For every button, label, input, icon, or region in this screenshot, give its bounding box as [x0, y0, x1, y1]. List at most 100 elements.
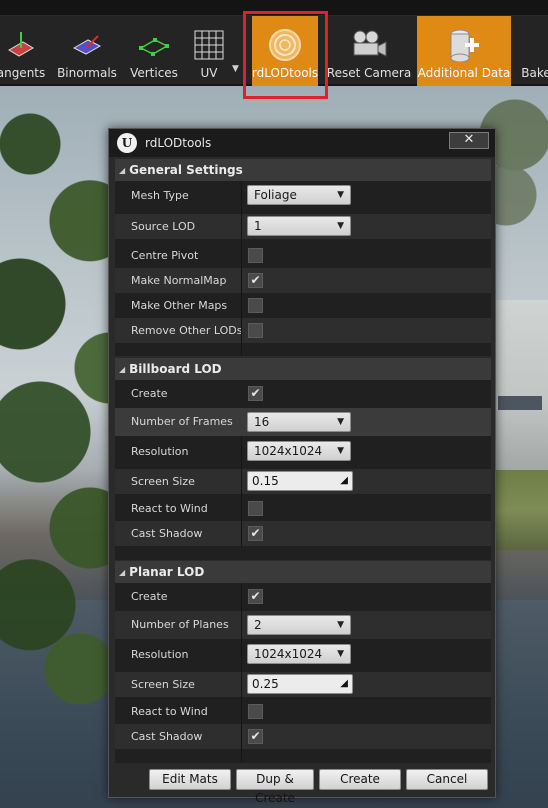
- section-header-planar[interactable]: ◢ Planar LOD: [115, 561, 491, 583]
- number-of-frames-value: 16: [254, 415, 270, 429]
- planar-resolution-value: 1024x1024: [254, 647, 323, 661]
- editor-toolbar: angents Binormals Vertices UV ▼ rdLODtoo…: [0, 16, 548, 86]
- binormals-button[interactable]: Binormals: [56, 16, 118, 86]
- remove-other-lods-label: Remove Other LODs: [131, 324, 243, 337]
- billboard-resolution-row: Resolution 1024x1024 ▼: [115, 439, 491, 464]
- background-building: [492, 300, 548, 470]
- billboard-cast-shadow-row: Cast Shadow ✔: [115, 521, 491, 546]
- make-other-maps-row: Make Other Maps: [115, 293, 491, 318]
- create-button[interactable]: Create: [319, 769, 401, 790]
- planar-resolution-row: Resolution 1024x1024 ▼: [115, 642, 491, 667]
- column-divider[interactable]: [241, 436, 242, 546]
- chevron-down-icon: ▼: [337, 221, 344, 231]
- billboard-screen-size-input[interactable]: 0.15 ◢: [247, 471, 353, 491]
- billboard-cast-shadow-checkbox[interactable]: ✔: [248, 526, 263, 541]
- billboard-create-checkbox[interactable]: ✔: [248, 386, 263, 401]
- resize-handle-icon: ◢: [340, 678, 348, 689]
- billboard-react-wind-checkbox[interactable]: [248, 501, 263, 516]
- uv-dropdown-arrow-icon[interactable]: ▼: [232, 64, 239, 74]
- planar-create-label: Create: [131, 590, 168, 603]
- billboard-resolution-label: Resolution: [131, 445, 189, 458]
- column-divider[interactable]: [241, 583, 242, 763]
- vertices-label: Vertices: [130, 66, 178, 80]
- source-lod-dropdown[interactable]: 1 ▼: [247, 216, 351, 236]
- binormals-icon: [68, 29, 106, 61]
- planar-react-wind-row: React to Wind: [115, 699, 491, 724]
- dup-create-button[interactable]: Dup & Create: [236, 769, 314, 805]
- bake-button[interactable]: Bake: [516, 16, 548, 86]
- rdlodtools-button[interactable]: rdLODtools: [252, 16, 318, 86]
- planar-resolution-dropdown[interactable]: 1024x1024 ▼: [247, 644, 351, 664]
- billboard-screen-size-label: Screen Size: [131, 475, 195, 488]
- remove-other-lods-checkbox[interactable]: [248, 323, 263, 338]
- vertices-button[interactable]: Vertices: [126, 16, 182, 86]
- planar-create-row: Create ✔: [115, 584, 491, 609]
- planar-cast-shadow-label: Cast Shadow: [131, 730, 203, 743]
- billboard-resolution-value: 1024x1024: [254, 444, 323, 458]
- dialog-title: rdLODtools: [145, 136, 212, 150]
- tangents-icon: [2, 29, 40, 61]
- number-of-planes-value: 2: [254, 618, 262, 632]
- planar-cast-shadow-row: Cast Shadow ✔: [115, 724, 491, 749]
- section-title: Planar LOD: [129, 565, 205, 579]
- column-divider[interactable]: [241, 181, 242, 356]
- make-normalmap-label: Make NormalMap: [131, 274, 227, 287]
- centre-pivot-checkbox[interactable]: [248, 248, 263, 263]
- tangents-button[interactable]: angents: [0, 16, 48, 86]
- chevron-down-icon: ▼: [337, 649, 344, 659]
- planar-react-wind-checkbox[interactable]: [248, 704, 263, 719]
- source-lod-label: Source LOD: [131, 220, 196, 233]
- additional-data-button[interactable]: Additional Data: [417, 16, 511, 86]
- centre-pivot-row: Centre Pivot: [115, 243, 491, 268]
- billboard-screen-size-row: Screen Size 0.15 ◢: [115, 469, 491, 494]
- planar-cast-shadow-checkbox[interactable]: ✔: [248, 729, 263, 744]
- uv-button[interactable]: UV: [186, 16, 232, 86]
- uv-label: UV: [200, 66, 218, 80]
- mesh-type-label: Mesh Type: [131, 189, 189, 202]
- cancel-button[interactable]: Cancel: [406, 769, 488, 790]
- edit-mats-button[interactable]: Edit Mats: [149, 769, 231, 790]
- number-of-frames-label: Number of Frames: [131, 415, 233, 428]
- mesh-type-value: Foliage: [254, 188, 297, 202]
- planar-screen-size-value: 0.25: [252, 677, 279, 691]
- number-of-planes-label: Number of Planes: [131, 618, 229, 631]
- rdlodtools-label: rdLODtools: [251, 66, 319, 80]
- rdlodtools-icon: [266, 29, 304, 61]
- binormals-label: Binormals: [57, 66, 117, 80]
- chevron-down-icon: ▼: [337, 446, 344, 456]
- menu-strip: [0, 0, 548, 16]
- section-billboard-lod: ◢ Billboard LOD Create ✔ Number of Frame…: [115, 358, 491, 560]
- planar-create-checkbox[interactable]: ✔: [248, 589, 263, 604]
- make-normalmap-checkbox[interactable]: ✔: [248, 273, 263, 288]
- tangents-label: angents: [0, 66, 46, 80]
- mesh-type-row: Mesh Type Foliage ▼: [115, 183, 491, 208]
- reset-camera-button[interactable]: Reset Camera: [326, 16, 412, 86]
- section-general-settings: ◢ General Settings Mesh Type Foliage ▼ S…: [115, 159, 491, 356]
- background-grass: [490, 470, 548, 550]
- planar-screen-size-input[interactable]: 0.25 ◢: [247, 674, 353, 694]
- number-of-frames-dropdown[interactable]: 16 ▼: [247, 412, 351, 432]
- number-of-frames-row: Number of Frames 16 ▼: [115, 408, 491, 436]
- unreal-logo-icon: U: [117, 133, 137, 153]
- billboard-resolution-dropdown[interactable]: 1024x1024 ▼: [247, 441, 351, 461]
- billboard-react-wind-label: React to Wind: [131, 502, 208, 515]
- make-other-maps-checkbox[interactable]: [248, 298, 263, 313]
- number-of-planes-dropdown[interactable]: 2 ▼: [247, 615, 351, 635]
- billboard-react-wind-row: React to Wind: [115, 496, 491, 521]
- reset-camera-label: Reset Camera: [326, 66, 412, 80]
- uv-grid-icon: [190, 29, 228, 61]
- section-header-billboard[interactable]: ◢ Billboard LOD: [115, 358, 491, 380]
- additional-data-icon: [445, 29, 483, 62]
- mesh-type-dropdown[interactable]: Foliage ▼: [247, 185, 351, 205]
- close-button[interactable]: ✕: [449, 132, 489, 149]
- source-lod-row: Source LOD 1 ▼: [115, 214, 491, 239]
- bake-label: Bake: [521, 66, 548, 80]
- planar-resolution-label: Resolution: [131, 648, 189, 661]
- vertices-icon: [135, 29, 173, 61]
- dialog-button-bar: Edit Mats Dup & Create Create Cancel: [109, 765, 495, 805]
- section-title: General Settings: [129, 163, 243, 177]
- rdlodtools-dialog: U rdLODtools ✕ ◢ General Settings Mesh T…: [108, 128, 496, 805]
- dialog-titlebar[interactable]: U rdLODtools ✕: [109, 129, 495, 157]
- section-header-general[interactable]: ◢ General Settings: [115, 159, 491, 181]
- planar-screen-size-row: Screen Size 0.25 ◢: [115, 672, 491, 697]
